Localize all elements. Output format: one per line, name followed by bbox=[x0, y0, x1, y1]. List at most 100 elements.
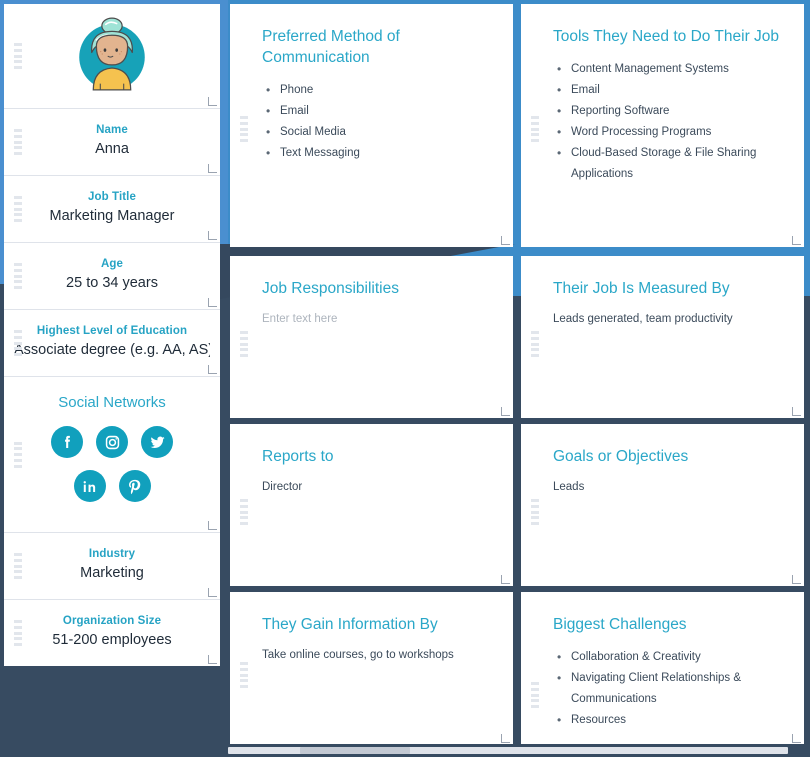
field-card-age[interactable]: Age 25 to 34 years bbox=[4, 243, 220, 310]
list-item: Collaboration & Creativity bbox=[557, 647, 782, 668]
resize-handle-icon[interactable] bbox=[208, 298, 217, 307]
card-goals[interactable]: Goals or Objectives Leads bbox=[521, 424, 804, 586]
card-title: They Gain Information By bbox=[262, 616, 438, 633]
social-networks-title: Social Networks bbox=[58, 394, 166, 411]
field-label: Organization Size bbox=[62, 615, 162, 627]
field-value[interactable]: Marketing bbox=[14, 564, 210, 583]
job-responsibilities-input[interactable]: Enter text here bbox=[262, 311, 491, 328]
drag-handle-icon[interactable] bbox=[14, 441, 22, 468]
list-item: Cloud-Based Storage & File Sharing Appli… bbox=[557, 143, 782, 185]
card-title: Reports to bbox=[262, 448, 334, 465]
list-item: Email bbox=[557, 80, 782, 101]
social-networks-card[interactable]: Social Networks bbox=[4, 377, 220, 533]
field-value[interactable]: Marketing Manager bbox=[14, 207, 210, 226]
field-label: Name bbox=[96, 124, 128, 136]
list-item: Reporting Software bbox=[557, 101, 782, 122]
card-measured-by[interactable]: Their Job Is Measured By Leads generated… bbox=[521, 256, 804, 418]
resize-handle-icon[interactable] bbox=[208, 655, 217, 664]
list-item: Text Messaging bbox=[266, 143, 491, 164]
field-value[interactable]: 25 to 34 years bbox=[14, 274, 210, 293]
list-item: Word Processing Programs bbox=[557, 122, 782, 143]
drag-handle-icon[interactable] bbox=[531, 331, 539, 357]
resize-handle-icon[interactable] bbox=[792, 407, 801, 416]
card-title: Goals or Objectives bbox=[553, 448, 689, 465]
card-preferred-communication[interactable]: Preferred Method of Communication Phone … bbox=[230, 4, 513, 247]
resize-handle-icon[interactable] bbox=[208, 231, 217, 240]
tools-list: Content Management Systems Email Reporti… bbox=[553, 59, 782, 185]
drag-handle-icon[interactable] bbox=[14, 553, 22, 579]
linkedin-icon[interactable] bbox=[73, 470, 106, 502]
resize-handle-icon[interactable] bbox=[208, 365, 217, 374]
card-title: Their Job Is Measured By bbox=[553, 280, 730, 297]
twitter-icon[interactable] bbox=[141, 426, 173, 458]
card-job-responsibilities[interactable]: Job Responsibilities Enter text here bbox=[230, 256, 513, 418]
instagram-icon[interactable] bbox=[96, 426, 128, 458]
list-item: Email bbox=[266, 101, 491, 122]
resize-handle-icon[interactable] bbox=[792, 575, 801, 584]
persona-sidebar: Name Anna Job Title Marketing Manager Ag… bbox=[4, 4, 220, 666]
drag-handle-icon[interactable] bbox=[14, 620, 22, 646]
resize-handle-icon[interactable] bbox=[792, 734, 801, 743]
scrollbar-thumb[interactable] bbox=[300, 747, 410, 754]
drag-handle-icon[interactable] bbox=[240, 499, 248, 525]
card-title: Tools They Need to Do Their Job bbox=[553, 28, 780, 45]
drag-handle-icon[interactable] bbox=[14, 330, 22, 356]
drag-handle-icon[interactable] bbox=[14, 263, 22, 289]
card-tools[interactable]: Tools They Need to Do Their Job Content … bbox=[521, 4, 804, 247]
field-card-name[interactable]: Name Anna bbox=[4, 109, 220, 176]
gain-information-value[interactable]: Take online courses, go to workshops bbox=[262, 647, 491, 664]
drag-handle-icon[interactable] bbox=[14, 43, 22, 69]
pinterest-icon[interactable] bbox=[118, 470, 151, 502]
card-gain-information[interactable]: They Gain Information By Take online cou… bbox=[230, 592, 513, 745]
resize-handle-icon[interactable] bbox=[208, 521, 217, 530]
field-card-education[interactable]: Highest Level of Education Associate deg… bbox=[4, 310, 220, 377]
goals-value[interactable]: Leads bbox=[553, 479, 782, 496]
drag-handle-icon[interactable] bbox=[240, 116, 248, 142]
drag-handle-icon[interactable] bbox=[531, 116, 539, 142]
card-challenges[interactable]: Biggest Challenges Collaboration & Creat… bbox=[521, 592, 804, 745]
resize-handle-icon[interactable] bbox=[501, 734, 510, 743]
facebook-icon[interactable] bbox=[51, 426, 83, 458]
resize-handle-icon[interactable] bbox=[501, 575, 510, 584]
drag-handle-icon[interactable] bbox=[14, 129, 22, 155]
card-reports-to[interactable]: Reports to Director bbox=[230, 424, 513, 586]
drag-handle-icon[interactable] bbox=[531, 499, 539, 525]
list-item: Social Media bbox=[266, 122, 491, 143]
social-row-primary bbox=[14, 426, 210, 458]
drag-handle-icon[interactable] bbox=[240, 662, 248, 688]
field-value[interactable]: Anna bbox=[14, 140, 210, 159]
persona-board: Name Anna Job Title Marketing Manager Ag… bbox=[0, 0, 810, 757]
field-card-industry[interactable]: Industry Marketing bbox=[4, 533, 220, 600]
card-title: Biggest Challenges bbox=[553, 616, 687, 633]
list-item: Phone bbox=[266, 80, 491, 101]
field-value[interactable]: Associate degree (e.g. AA, AS) bbox=[14, 341, 210, 360]
social-row-secondary bbox=[14, 470, 210, 502]
field-label: Highest Level of Education bbox=[36, 325, 188, 337]
resize-handle-icon[interactable] bbox=[208, 97, 217, 106]
avatar-person-icon bbox=[73, 15, 151, 98]
resize-handle-icon[interactable] bbox=[501, 236, 510, 245]
resize-handle-icon[interactable] bbox=[208, 588, 217, 597]
field-card-job-title[interactable]: Job Title Marketing Manager bbox=[4, 176, 220, 243]
list-item: Resources bbox=[557, 710, 782, 731]
resize-handle-icon[interactable] bbox=[501, 407, 510, 416]
drag-handle-icon[interactable] bbox=[14, 196, 22, 222]
measured-by-value[interactable]: Leads generated, team productivity bbox=[553, 311, 782, 328]
list-item: Content Management Systems bbox=[557, 59, 782, 80]
field-label: Age bbox=[100, 258, 124, 270]
field-label: Industry bbox=[88, 548, 136, 560]
horizontal-scrollbar[interactable] bbox=[0, 744, 810, 757]
field-card-organization-size[interactable]: Organization Size 51-200 employees bbox=[4, 600, 220, 666]
resize-handle-icon[interactable] bbox=[208, 164, 217, 173]
drag-handle-icon[interactable] bbox=[531, 682, 539, 708]
challenges-list: Collaboration & Creativity Navigating Cl… bbox=[553, 647, 782, 731]
card-title: Job Responsibilities bbox=[262, 280, 399, 297]
reports-to-value[interactable]: Director bbox=[262, 479, 491, 496]
preferred-communication-list: Phone Email Social Media Text Messaging bbox=[262, 80, 491, 164]
card-title: Preferred Method of Communication bbox=[262, 28, 400, 66]
resize-handle-icon[interactable] bbox=[792, 236, 801, 245]
drag-handle-icon[interactable] bbox=[240, 331, 248, 357]
field-value[interactable]: 51-200 employees bbox=[14, 631, 210, 650]
list-item: Navigating Client Relationships & Commun… bbox=[557, 668, 782, 710]
avatar-card[interactable] bbox=[4, 4, 220, 109]
